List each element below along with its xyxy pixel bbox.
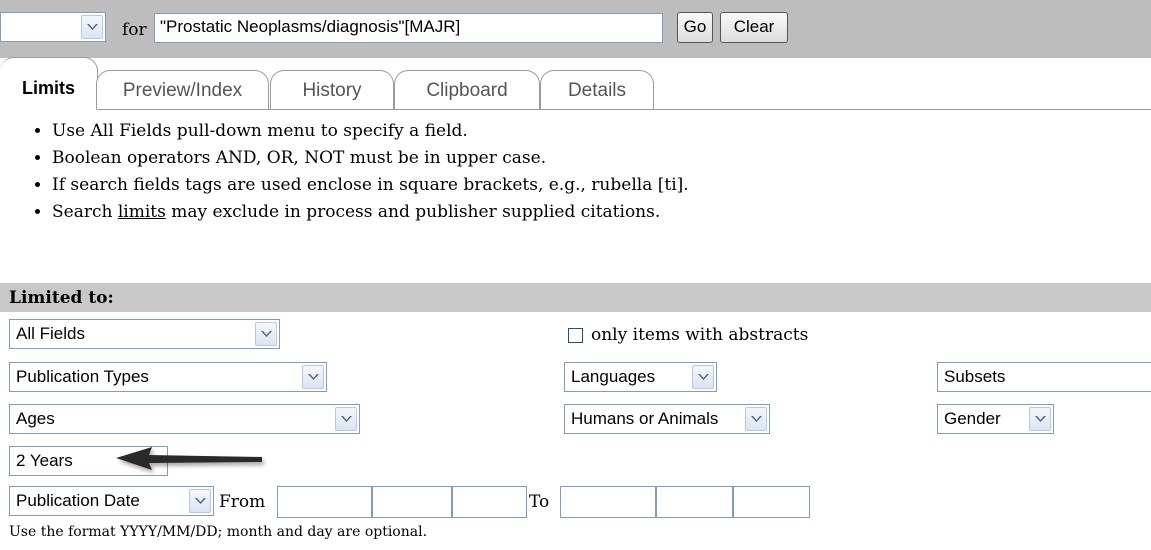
database-select[interactable] bbox=[0, 12, 106, 42]
tab-limits[interactable]: Limits bbox=[0, 57, 98, 110]
to-day-input[interactable] bbox=[733, 486, 810, 518]
tab-divider bbox=[98, 109, 1151, 110]
tip-item: If search fields tags are used enclose i… bbox=[52, 172, 689, 199]
publication-types-select[interactable]: Publication Types bbox=[9, 362, 327, 392]
search-tips: Use All Fields pull-down menu to specify… bbox=[30, 118, 689, 226]
chevron-down-icon[interactable] bbox=[335, 407, 357, 431]
tip-item: Use All Fields pull-down menu to specify… bbox=[52, 118, 689, 145]
tab-preview-index[interactable]: Preview/Index bbox=[96, 70, 269, 110]
to-label: To bbox=[529, 492, 550, 512]
for-label: for bbox=[122, 20, 147, 40]
chevron-down-icon[interactable] bbox=[302, 365, 324, 389]
search-input[interactable]: "Prostatic Neoplasms/diagnosis"[MAJR] bbox=[154, 13, 663, 43]
humans-or-animals-select[interactable]: Humans or Animals bbox=[564, 404, 770, 434]
from-year-input[interactable] bbox=[277, 486, 372, 518]
ages-select[interactable]: Ages bbox=[9, 404, 360, 434]
from-label: From bbox=[219, 492, 266, 512]
arrow-pointer-icon bbox=[116, 447, 262, 470]
abstracts-checkbox[interactable] bbox=[568, 328, 583, 343]
go-button[interactable]: Go bbox=[677, 12, 713, 43]
tab-details[interactable]: Details bbox=[540, 70, 654, 110]
from-day-input[interactable] bbox=[452, 486, 527, 518]
search-bar: for "Prostatic Neoplasms/diagnosis"[MAJR… bbox=[0, 0, 1151, 58]
clear-button[interactable]: Clear bbox=[720, 12, 788, 43]
chevron-down-icon[interactable] bbox=[255, 322, 277, 346]
subsets-select[interactable]: Subsets bbox=[937, 362, 1151, 392]
date-format-hint: Use the format YYYY/MM/DD; month and day… bbox=[9, 524, 428, 540]
tab-clipboard[interactable]: Clipboard bbox=[394, 70, 540, 110]
limits-link[interactable]: limits bbox=[118, 202, 166, 222]
publication-date-select[interactable]: Publication Date bbox=[9, 486, 214, 516]
chevron-down-icon[interactable] bbox=[1029, 407, 1051, 431]
chevron-down-icon[interactable] bbox=[692, 365, 714, 389]
abstracts-label: only items with abstracts bbox=[591, 325, 809, 345]
to-month-input[interactable] bbox=[656, 486, 733, 518]
to-year-input[interactable] bbox=[560, 486, 656, 518]
chevron-down-icon[interactable] bbox=[745, 407, 767, 431]
tip-item: Search limits may exclude in process and… bbox=[52, 199, 689, 226]
languages-select[interactable]: Languages bbox=[564, 362, 717, 392]
chevron-down-icon[interactable] bbox=[81, 15, 103, 39]
tab-history[interactable]: History bbox=[270, 70, 394, 110]
from-month-input[interactable] bbox=[372, 486, 452, 518]
gender-select[interactable]: Gender bbox=[937, 404, 1054, 434]
tip-item: Boolean operators AND, OR, NOT must be i… bbox=[52, 145, 689, 172]
limited-to-header: Limited to: bbox=[0, 283, 1151, 312]
chevron-down-icon[interactable] bbox=[189, 489, 211, 513]
fields-select[interactable]: All Fields bbox=[9, 319, 280, 349]
